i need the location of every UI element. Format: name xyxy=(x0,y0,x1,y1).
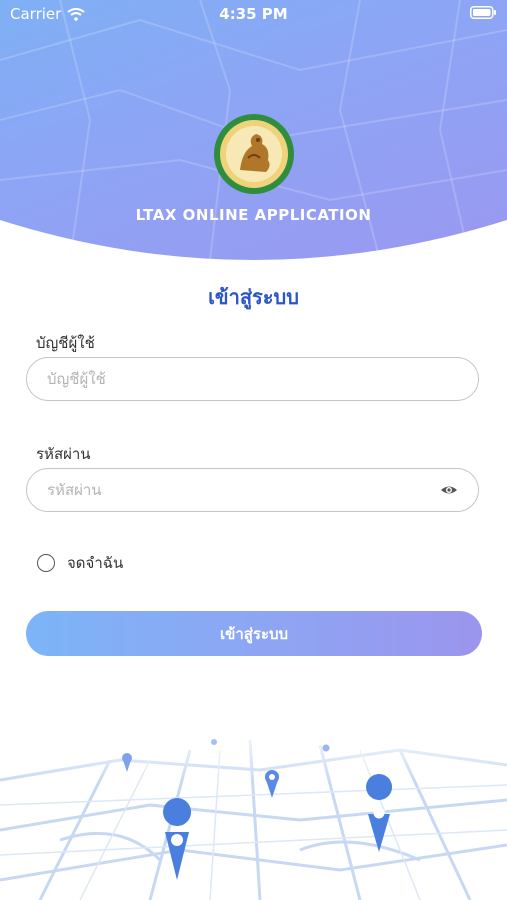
app-title: LTAX ONLINE APPLICATION xyxy=(135,206,372,224)
status-time: 4:35 PM xyxy=(219,5,288,23)
login-title: เข้าสู่ระบบ xyxy=(208,285,299,309)
battery-icon xyxy=(470,6,496,19)
map-illustration xyxy=(0,720,507,900)
password-input[interactable]: รหัสผ่าน xyxy=(26,468,479,512)
eye-icon[interactable] xyxy=(440,481,458,499)
remember-me-label: จดจำฉัน xyxy=(67,554,124,572)
login-button[interactable]: เข้าสู่ระบบ xyxy=(26,611,482,656)
password-placeholder: รหัสผ่าน xyxy=(47,481,102,499)
status-bar: Carrier 4:35 PM xyxy=(0,0,507,28)
username-placeholder: บัญชีผู้ใช้ xyxy=(47,370,106,388)
username-input[interactable]: บัญชีผู้ใช้ xyxy=(26,357,479,401)
remember-me-radio[interactable] xyxy=(37,554,55,572)
government-seal-logo xyxy=(214,114,294,194)
username-label: บัญชีผู้ใช้ xyxy=(36,334,95,352)
password-label: รหัสผ่าน xyxy=(36,445,91,463)
remember-me-option[interactable]: จดจำฉัน xyxy=(37,551,123,575)
